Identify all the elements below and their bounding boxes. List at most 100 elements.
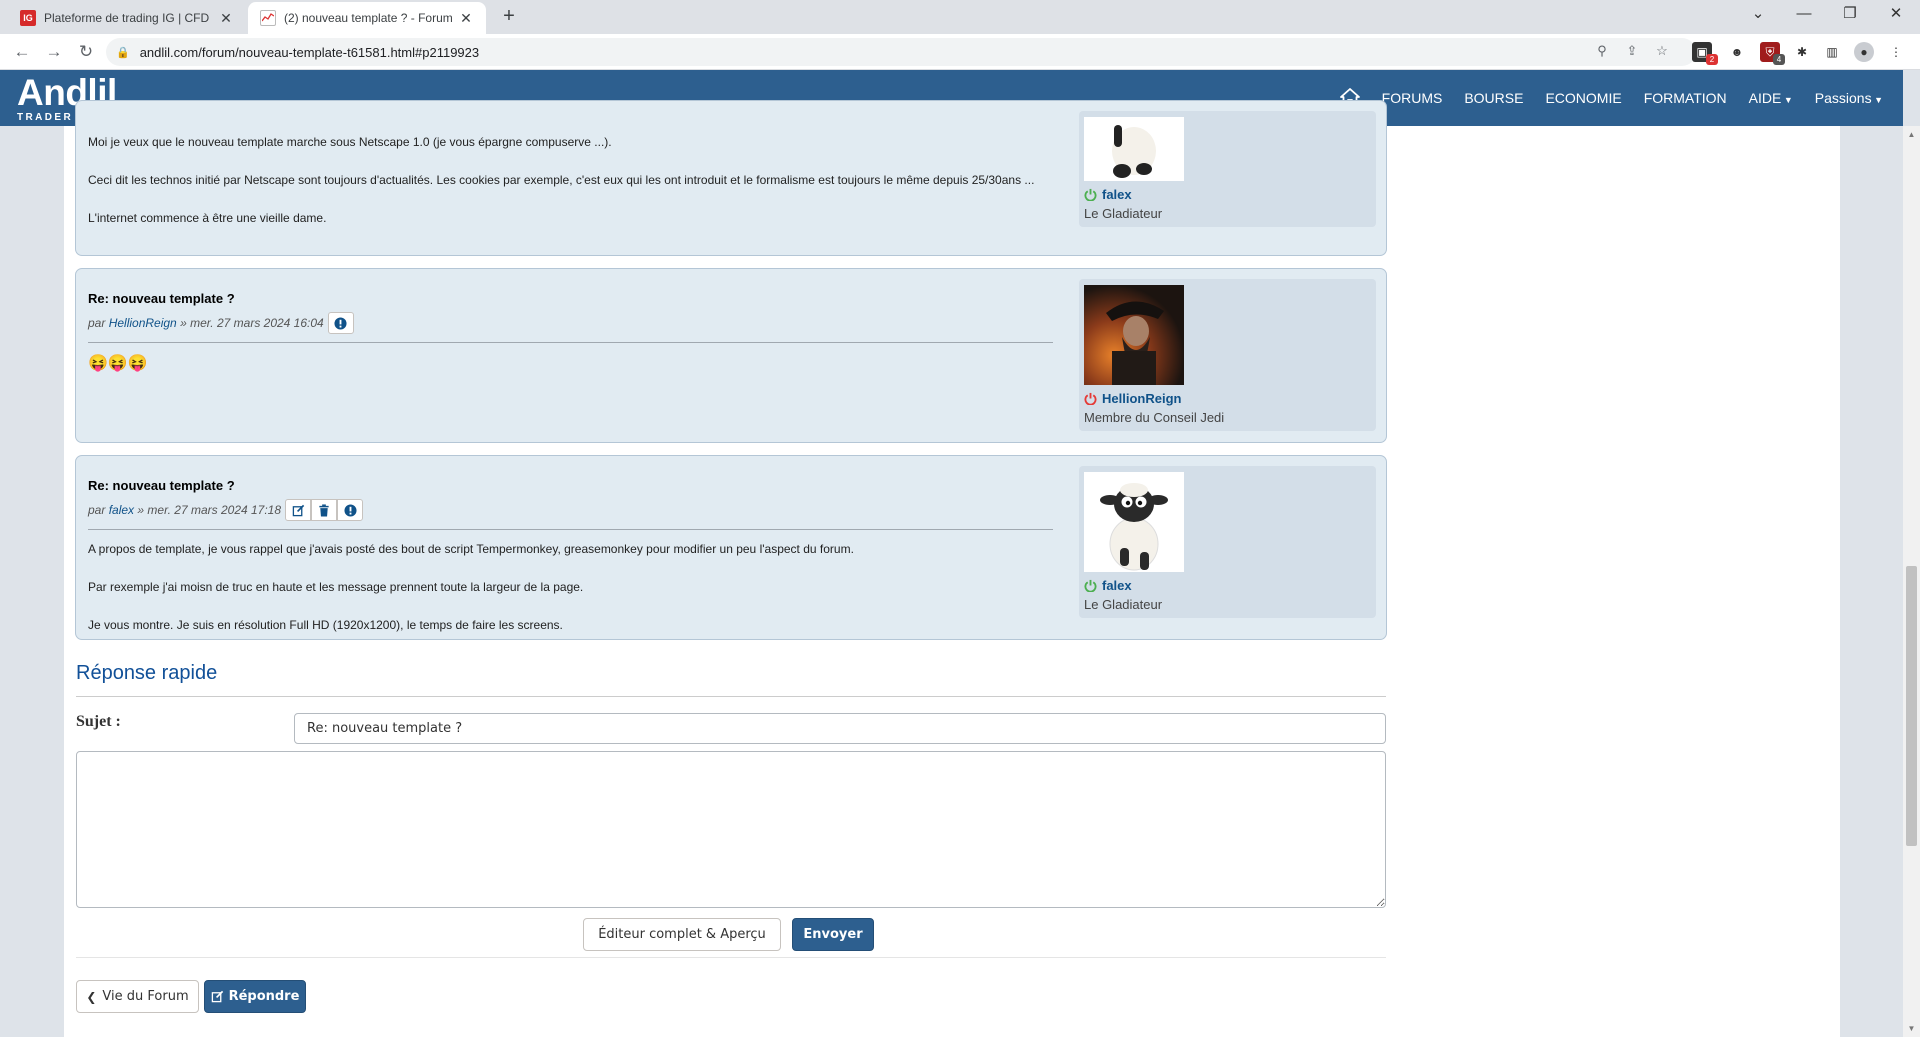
post-body: Re: nouveau template ? par HellionReign … bbox=[88, 279, 1053, 373]
exclamation-circle-icon bbox=[334, 316, 347, 330]
full-editor-button[interactable]: Éditeur complet & Aperçu bbox=[583, 918, 781, 951]
nav-aide[interactable]: AIDE ▼ bbox=[1749, 90, 1793, 106]
username-text: falex bbox=[1102, 187, 1132, 202]
restore-icon[interactable]: ❐ bbox=[1828, 0, 1872, 30]
post-title[interactable]: Re: nouveau template ? bbox=[88, 478, 1053, 493]
browser-tab-forum[interactable]: (2) nouveau template ? - Forum Bourse ✕ bbox=[248, 2, 486, 34]
post-paragraph: Je vous montre. Je suis en résolution Fu… bbox=[88, 618, 563, 632]
post-divider bbox=[88, 529, 1053, 530]
post-paragraph: Moi je veux que le nouveau template marc… bbox=[88, 135, 612, 149]
nav-forums[interactable]: FORUMS bbox=[1382, 90, 1443, 106]
subject-label: Sujet : bbox=[76, 713, 121, 730]
username[interactable]: falex bbox=[1084, 187, 1371, 202]
post-emojis: 😝😝😝 bbox=[88, 353, 1053, 373]
caret-down-icon: ▼ bbox=[1781, 95, 1793, 105]
scroll-thumb[interactable] bbox=[1906, 566, 1917, 846]
post-paragraph: A propos de template, je vous rappel que… bbox=[88, 542, 854, 556]
subject-input[interactable] bbox=[294, 713, 1386, 744]
chart-favicon-icon bbox=[260, 10, 276, 26]
report-button[interactable] bbox=[327, 312, 354, 334]
reload-icon[interactable]: ↻ bbox=[74, 40, 98, 64]
nav-aide-label: AIDE bbox=[1748, 90, 1782, 106]
share-icon[interactable]: ⇪ bbox=[1622, 41, 1642, 61]
divider bbox=[76, 957, 1386, 958]
edit-button[interactable] bbox=[285, 499, 312, 521]
report-button[interactable] bbox=[337, 499, 364, 521]
browser-tab-ig[interactable]: IG Plateforme de trading IG | CFD ✕ bbox=[8, 2, 246, 34]
meta-by: par bbox=[88, 316, 106, 330]
message-textarea[interactable] bbox=[76, 751, 1386, 908]
post-text: A propos de template, je vous rappel que… bbox=[88, 540, 1053, 634]
laughing-emoji-icon: 😝 bbox=[88, 355, 108, 372]
caret-down-icon: ▼ bbox=[1871, 95, 1883, 105]
extension-badge: 2 bbox=[1706, 54, 1718, 65]
minimize-icon[interactable]: — bbox=[1782, 0, 1826, 30]
nav-passions-label: Passions bbox=[1814, 90, 1872, 106]
user-profile: HellionReign Membre du Conseil Jedi bbox=[1079, 279, 1376, 431]
back-to-forum-button[interactable]: ❮ Vie du Forum bbox=[76, 980, 199, 1013]
address-bar[interactable]: 🔒 andlil.com/forum/nouveau-template-t615… bbox=[106, 38, 1696, 66]
post-title[interactable]: Re: nouveau template ? bbox=[88, 291, 1053, 306]
username[interactable]: HellionReign bbox=[1084, 391, 1371, 406]
bookmark-star-icon[interactable]: ☆ bbox=[1652, 41, 1672, 61]
pirate-avatar[interactable] bbox=[1084, 285, 1184, 385]
extension-ghost-icon[interactable]: ☻ bbox=[1727, 42, 1747, 62]
online-status-icon bbox=[1084, 188, 1097, 201]
browser-tab-bar: IG Plateforme de trading IG | CFD ✕ (2) … bbox=[0, 0, 1920, 34]
post-3: Re: nouveau template ? par falex » mer. … bbox=[75, 455, 1387, 640]
reply-button[interactable]: Répondre bbox=[204, 980, 306, 1013]
chevron-left-icon: ❮ bbox=[86, 989, 97, 1004]
post-paragraph: L'internet commence à être une vieille d… bbox=[88, 211, 327, 225]
post-body: Re: nouveau template ? par falex » mer. … bbox=[88, 466, 1053, 654]
back-arrow-icon[interactable]: ← bbox=[10, 40, 34, 64]
reply-label: Répondre bbox=[228, 989, 300, 1004]
exclamation-circle-icon bbox=[343, 503, 357, 517]
post-1: Moi je veux que le nouveau template marc… bbox=[75, 100, 1387, 256]
nav-economie[interactable]: ECONOMIE bbox=[1545, 90, 1621, 106]
post-date: » mer. 27 mars 2024 17:18 bbox=[137, 503, 282, 517]
username[interactable]: falex bbox=[1084, 578, 1371, 593]
tab-title: (2) nouveau template ? - Forum Bourse bbox=[284, 11, 452, 25]
send-button[interactable]: Envoyer bbox=[792, 918, 874, 951]
scroll-up-arrow-icon[interactable]: ▲ bbox=[1903, 126, 1920, 143]
post-meta: par falex » mer. 27 mars 2024 17:18 bbox=[88, 499, 1053, 521]
nav-formation[interactable]: FORMATION bbox=[1644, 90, 1727, 106]
nav-bourse[interactable]: BOURSE bbox=[1464, 90, 1523, 106]
trash-icon bbox=[319, 503, 329, 517]
divider bbox=[76, 696, 1386, 697]
close-icon[interactable]: ✕ bbox=[218, 10, 234, 27]
offline-status-icon bbox=[1084, 392, 1097, 405]
nav-links: FORUMS BOURSE ECONOMIE FORMATION AIDE ▼ … bbox=[1318, 70, 1883, 126]
user-rank: Membre du Conseil Jedi bbox=[1084, 410, 1225, 425]
post-paragraph: Ceci dit les technos initié par Netscape… bbox=[88, 173, 1035, 187]
post-author-link[interactable]: HellionReign bbox=[109, 316, 177, 330]
tab-search-chevron-icon[interactable]: ⌄ bbox=[1736, 0, 1780, 30]
window-close-icon[interactable]: ✕ bbox=[1874, 0, 1918, 30]
scroll-down-arrow-icon[interactable]: ▼ bbox=[1903, 1020, 1920, 1037]
delete-button[interactable] bbox=[311, 499, 338, 521]
close-icon[interactable]: ✕ bbox=[458, 10, 474, 27]
online-status-icon bbox=[1084, 579, 1097, 592]
username-text: falex bbox=[1102, 578, 1132, 593]
zoom-icon[interactable]: ⚲ bbox=[1592, 41, 1612, 61]
nav-passions[interactable]: Passions ▼ bbox=[1815, 90, 1883, 106]
extension-badge: 4 bbox=[1773, 54, 1785, 65]
post-author-link[interactable]: falex bbox=[109, 503, 134, 517]
post-date: » mer. 27 mars 2024 16:04 bbox=[180, 316, 324, 330]
back-label: Vie du Forum bbox=[102, 989, 189, 1004]
url-text: andlil.com/forum/nouveau-template-t61581… bbox=[139, 44, 480, 60]
profile-avatar-icon[interactable]: ● bbox=[1854, 42, 1874, 62]
edit-pencil-icon bbox=[292, 504, 304, 516]
kebab-menu-icon[interactable]: ⋮ bbox=[1886, 42, 1906, 62]
forward-arrow-icon[interactable]: → bbox=[42, 40, 66, 64]
user-profile: falex Le Gladiateur bbox=[1079, 466, 1376, 618]
side-panel-icon[interactable]: ▥ bbox=[1822, 42, 1842, 62]
post-2: Re: nouveau template ? par HellionReign … bbox=[75, 268, 1387, 443]
sheep-avatar[interactable] bbox=[1084, 117, 1184, 181]
puzzle-icon[interactable]: ✱ bbox=[1792, 42, 1812, 62]
lock-icon[interactable]: 🔒 bbox=[116, 46, 130, 59]
browser-toolbar: ← → ↻ 🔒 andlil.com/forum/nouveau-templat… bbox=[0, 34, 1920, 70]
sheep-avatar[interactable] bbox=[1084, 472, 1184, 572]
new-tab-plus-icon[interactable]: + bbox=[498, 6, 520, 28]
page-scrollbar[interactable]: ▲ ▼ bbox=[1903, 126, 1920, 1037]
